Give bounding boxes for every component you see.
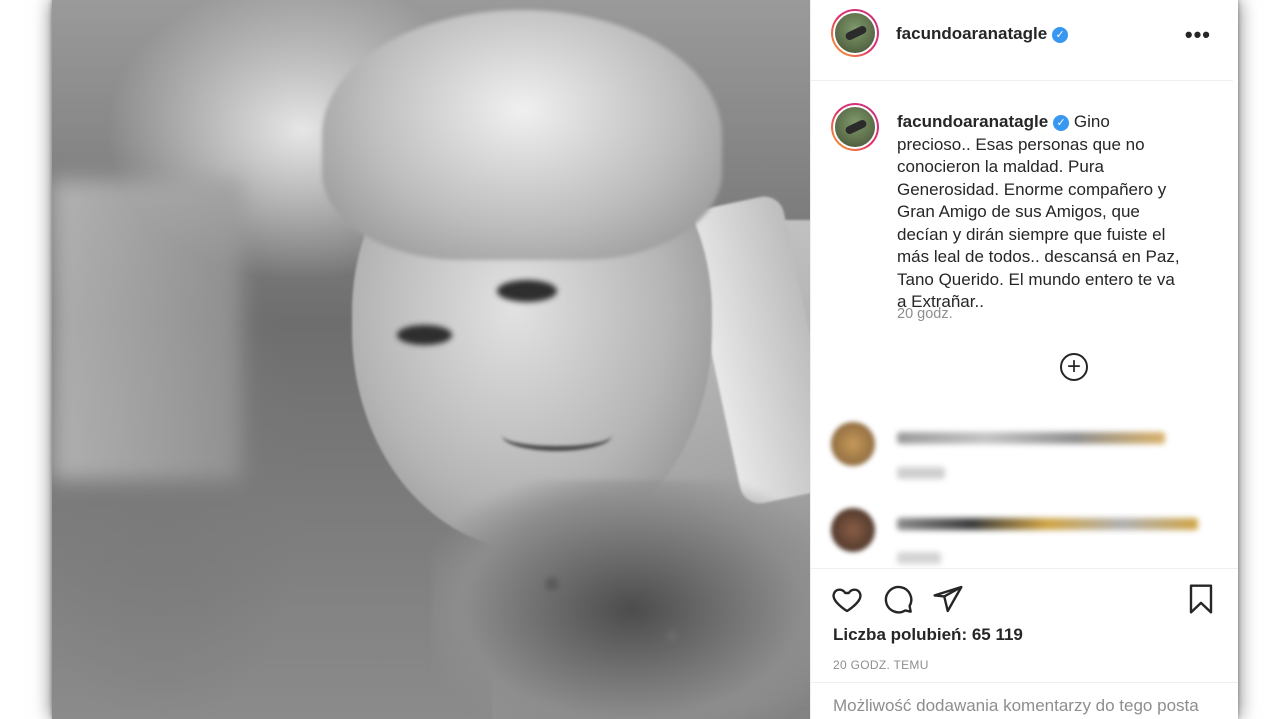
speech-bubble-icon[interactable] [882,583,914,615]
photo-hair [322,10,722,260]
load-more-comments-icon[interactable]: + [1060,353,1088,381]
blurred-comment-text [897,518,1198,530]
likes-count[interactable]: Liczba polubień: 65 119 [833,625,1023,645]
username-text[interactable]: facundoaranatagle [896,24,1047,43]
post-side-panel: facundoaranatagle ✓ ••• facundoaranatagle… [810,0,1238,719]
photo-mouth [502,420,612,451]
post-frame: facundoaranatagle ✓ ••• facundoaranatagle… [52,0,1238,719]
heart-icon[interactable] [831,583,863,615]
post-timestamp[interactable]: 20 GODZ. TEMU [833,658,929,672]
caption: facundoaranatagle ✓ Gino precioso.. Esas … [897,111,1182,314]
post-header: facundoaranatagle ✓ ••• [811,0,1233,81]
ellipsis-icon[interactable]: ••• [1185,22,1211,48]
photo-background [52,180,242,480]
blurred-comment-meta [897,467,945,479]
photo-eye [497,280,557,302]
bookmark-icon[interactable] [1185,583,1217,615]
header-username[interactable]: facundoaranatagle ✓ [896,24,1069,44]
caption-username[interactable]: facundoaranatagle [897,112,1048,131]
post-photo[interactable] [52,0,810,719]
verified-badge-icon: ✓ [1052,27,1069,43]
avatar[interactable] [831,9,879,57]
comments-disabled-notice: Możliwość dodawania komentarzy do tego p… [811,682,1238,719]
list-item [831,422,1191,482]
verified-badge-icon: ✓ [1053,115,1070,131]
blurred-comment-meta [897,552,941,564]
caption-time: 20 godz. [897,306,953,322]
comments-disabled-text: Możliwość dodawania komentarzy do tego p… [833,696,1199,715]
list-item [831,508,1198,568]
paper-plane-icon[interactable] [932,583,964,615]
comment-avatar[interactable] [831,422,875,466]
caption-avatar[interactable] [831,103,879,151]
comment-avatar[interactable] [831,508,875,552]
comments-area[interactable]: facundoaranatagle ✓ Gino precioso.. Esas … [811,80,1233,568]
blurred-comment-text [897,432,1165,444]
post-actions: Liczba polubień: 65 119 20 GODZ. TEMU [811,568,1238,689]
photo-eye [397,325,452,345]
caption-text: Gino precioso.. Esas personas que no con… [897,112,1180,311]
photo-flowers [432,480,810,719]
